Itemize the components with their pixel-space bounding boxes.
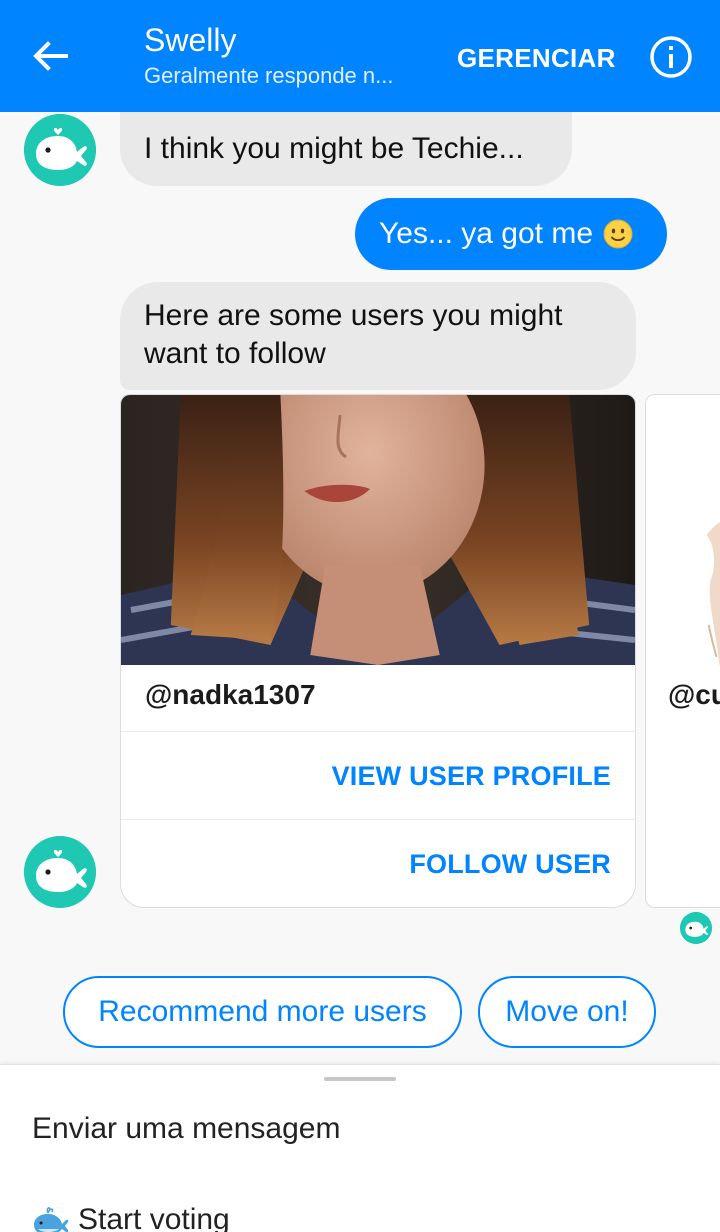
follow-user-button[interactable]: FOLLOW USER [409,849,611,880]
bot-message[interactable]: Here are some users you might want to fo… [120,282,636,390]
bot-avatar[interactable] [24,114,96,186]
user-profile-photo[interactable] [646,395,720,665]
contact-name: Swelly [144,22,237,58]
info-icon[interactable] [648,34,694,80]
bot-avatar[interactable] [24,836,96,908]
user-handle: @cu [668,679,720,710]
slightly-smiling-face-icon [603,219,633,249]
back-arrow-icon[interactable] [26,32,74,80]
quick-reply-recommend-more[interactable]: Recommend more users [63,976,462,1048]
menu-item-label: Start voting [78,1203,230,1232]
conversation-header: Swelly Geralmente responde n... GERENCIA… [0,0,720,112]
quick-reply-move-on[interactable]: Move on! [478,976,656,1048]
user-handle: @nadka1307 [145,679,316,710]
contact-info[interactable]: Swelly Geralmente responde n... [144,20,424,92]
user-message[interactable]: Yes... ya got me [355,198,667,270]
message-input[interactable]: Enviar uma mensagem [32,1109,340,1149]
response-time-status: Geralmente responde n... [144,63,394,88]
divider [121,819,635,820]
view-user-profile-button[interactable]: VIEW USER PROFILE [332,761,611,792]
user-suggestion-card[interactable]: @nadka1307 VIEW USER PROFILE FOLLOW USER [120,394,636,908]
manage-button[interactable]: GERENCIAR [457,38,616,78]
whale-icon [32,1205,70,1232]
user-suggestion-card[interactable]: @cu [645,394,720,908]
divider [121,731,635,732]
read-receipt-avatar [680,912,712,944]
bot-message[interactable]: I think you might be Techie... [120,112,572,186]
menu-item-start-voting[interactable]: Start voting [32,1200,230,1232]
user-profile-photo[interactable] [121,395,635,665]
user-message-text: Yes... ya got me [379,217,594,250]
drag-handle[interactable] [324,1077,396,1081]
